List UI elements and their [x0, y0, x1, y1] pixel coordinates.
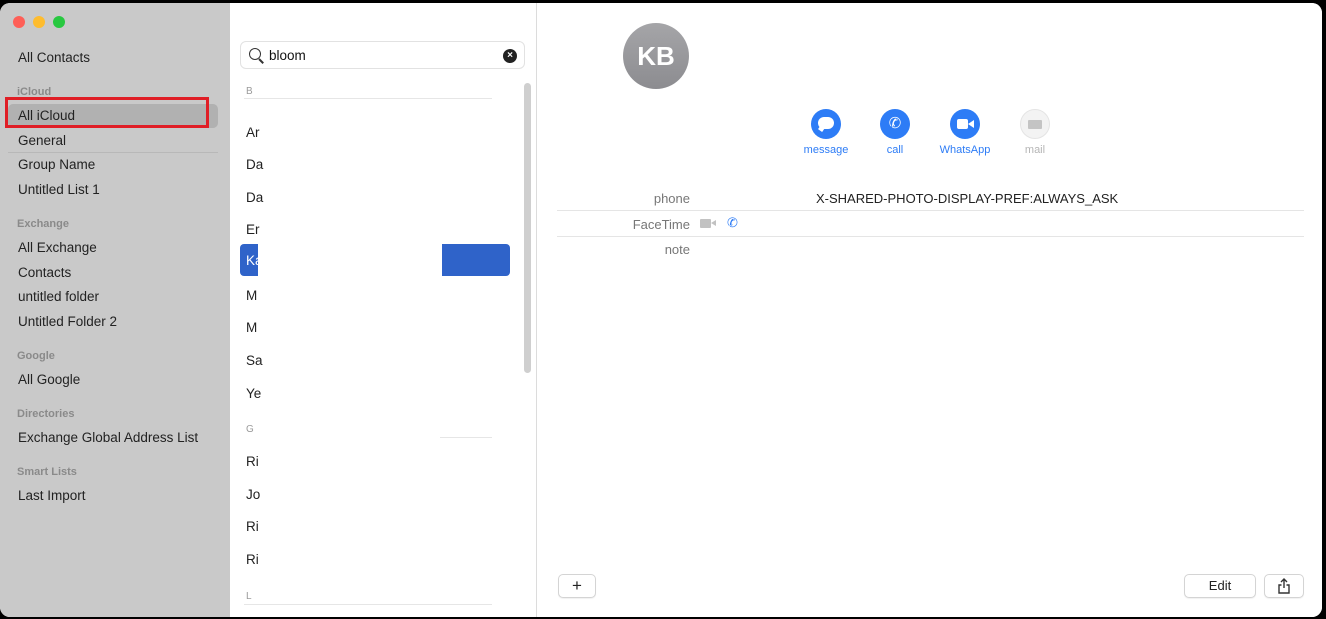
list-item[interactable]: M: [246, 320, 257, 335]
section-header-g: G: [246, 424, 254, 435]
sidebar-header-google: Google: [17, 350, 55, 362]
clear-search-icon[interactable]: ×: [503, 49, 517, 63]
phone-label: phone: [653, 191, 690, 206]
message-action[interactable]: message: [791, 109, 861, 156]
list-item-selected[interactable]: Ka: [246, 253, 263, 268]
sidebar-item-all-contacts[interactable]: All Contacts: [8, 46, 218, 70]
search-input[interactable]: bloom: [269, 48, 306, 63]
whatsapp-action[interactable]: WhatsApp: [930, 109, 1000, 156]
field-divider: [557, 236, 1304, 237]
call-action-label: call: [886, 144, 904, 156]
search-icon: [249, 48, 261, 60]
selection-highlight-box: [5, 97, 209, 128]
note-label: note: [664, 242, 690, 257]
selected-row-right[interactable]: [442, 244, 510, 276]
list-item[interactable]: Da: [246, 190, 263, 205]
sidebar-item-untitled-folder-2[interactable]: Untitled Folder 2: [8, 310, 218, 334]
section-divider: [244, 98, 492, 99]
list-item[interactable]: Ri: [246, 519, 259, 534]
list-item[interactable]: Ar: [246, 125, 260, 140]
list-item[interactable]: Da: [246, 157, 263, 172]
sidebar-item-all-google[interactable]: All Google: [8, 368, 218, 392]
message-icon[interactable]: [811, 109, 841, 139]
mail-icon: [1020, 109, 1050, 139]
list-item[interactable]: Ye: [246, 386, 261, 401]
sidebar-item-exchange-gal[interactable]: Exchange Global Address List: [8, 426, 218, 450]
list-item[interactable]: Ri: [246, 552, 259, 567]
mail-action: mail: [1000, 109, 1070, 156]
edit-button[interactable]: Edit: [1184, 574, 1256, 598]
share-icon: [1278, 578, 1290, 594]
search-field[interactable]: bloom ×: [240, 41, 525, 69]
phone-icon[interactable]: ✆: [880, 109, 910, 139]
facetime-audio-icon[interactable]: ✆: [727, 215, 738, 231]
list-item[interactable]: Sa: [246, 353, 263, 368]
avatar: KB: [623, 23, 689, 89]
video-icon[interactable]: [950, 109, 980, 139]
call-action[interactable]: ✆ call: [860, 109, 930, 156]
sidebar-item-untitled-folder[interactable]: untitled folder: [8, 285, 218, 309]
sidebar-item-untitled-list-1[interactable]: Untitled List 1: [8, 178, 218, 202]
sidebar: All Contacts iCloud All iCloud General G…: [0, 3, 230, 617]
sidebar-item-general[interactable]: General: [8, 129, 218, 153]
sidebar-item-last-import[interactable]: Last Import: [8, 484, 218, 508]
share-button[interactable]: [1264, 574, 1304, 598]
section-header-l: L: [246, 591, 252, 602]
contact-list-pane: bloom × B Ar Da Da Er Ka M M Sa Ye G Ri …: [230, 3, 537, 617]
facetime-label: FaceTime: [632, 217, 690, 232]
contact-detail-pane: KB message ✆ call WhatsApp mail phone X-…: [537, 3, 1322, 617]
sidebar-item-contacts[interactable]: Contacts: [8, 261, 218, 285]
sidebar-item-all-exchange[interactable]: All Exchange: [8, 236, 218, 260]
field-divider: [557, 210, 1304, 211]
section-divider: [440, 437, 492, 438]
list-item[interactable]: Er: [246, 222, 260, 237]
facetime-video-icon[interactable]: [700, 219, 716, 228]
list-scrollbar[interactable]: [524, 83, 531, 373]
sidebar-header-directories: Directories: [17, 408, 75, 420]
phone-value[interactable]: X-SHARED-PHOTO-DISPLAY-PREF:ALWAYS_ASK: [816, 191, 1118, 206]
mail-action-label: mail: [1024, 144, 1046, 156]
sidebar-header-smart-lists: Smart Lists: [17, 466, 77, 478]
message-action-label: message: [803, 144, 849, 156]
window-controls: [13, 16, 65, 28]
whatsapp-action-label: WhatsApp: [939, 144, 991, 156]
list-item[interactable]: Ri: [246, 454, 259, 469]
list-item[interactable]: Jo: [246, 487, 260, 502]
sidebar-item-group-name[interactable]: Group Name: [8, 153, 218, 177]
add-contact-button[interactable]: +: [558, 574, 596, 598]
close-window-button[interactable]: [13, 16, 25, 28]
list-item[interactable]: M: [246, 288, 257, 303]
minimize-window-button[interactable]: [33, 16, 45, 28]
contacts-window: All Contacts iCloud All iCloud General G…: [0, 3, 1322, 617]
sidebar-header-exchange: Exchange: [17, 218, 69, 230]
section-header-b: B: [246, 86, 253, 97]
zoom-window-button[interactable]: [53, 16, 65, 28]
section-divider: [244, 604, 492, 605]
